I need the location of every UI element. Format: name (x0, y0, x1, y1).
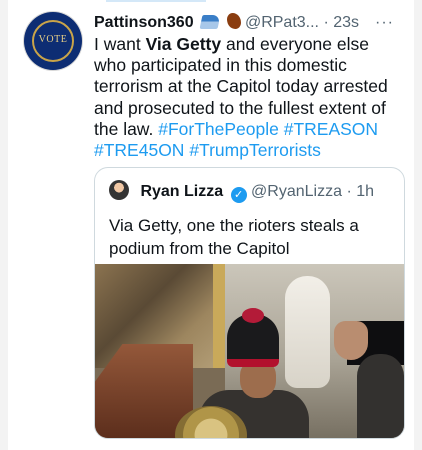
hashtag-for-the-people[interactable]: #ForThePeople (158, 119, 279, 139)
painting-frame (213, 264, 225, 368)
quoted-avatar[interactable] (109, 180, 129, 200)
tweet-text: I want Via Getty and everyone else who p… (94, 34, 400, 161)
profile-avatar[interactable]: VOTE (24, 12, 82, 70)
quoted-separator-dot: · (346, 183, 352, 200)
rooster-emoji-icon (226, 13, 241, 29)
more-options-icon[interactable]: ··· (375, 12, 394, 34)
display-name[interactable]: Pattinson360 (94, 14, 194, 31)
quoted-tweet-header: Ryan Lizza ✓ @RyanLizza · 1h (109, 180, 374, 203)
thread-divider (106, 0, 206, 2)
wave-emoji-icon (199, 15, 221, 29)
waving-hand (334, 321, 368, 360)
quoted-display-name[interactable]: Ryan Lizza (140, 183, 223, 200)
tweet-header: Pattinson360 @RPat3... · 23s ··· (94, 12, 410, 34)
hashtag-tre45on[interactable]: #TRE45ON (94, 140, 184, 160)
quoted-handle[interactable]: @RyanLizza (251, 183, 342, 200)
hat-pom-pom (242, 308, 264, 323)
tweet-card[interactable]: VOTE Pattinson360 @RPat3... · 23s ··· I … (8, 0, 414, 450)
statue (285, 276, 330, 388)
hashtag-treason[interactable]: #TREASON (284, 119, 378, 139)
tweet-intro-text: I want (94, 34, 146, 54)
separator-dot: · (323, 14, 329, 31)
quoted-tweet-text: Via Getty, one the rioters steals a podi… (109, 216, 359, 258)
avatar-text: VOTE (38, 34, 68, 45)
user-handle[interactable]: @RPat3... (245, 14, 319, 31)
quoted-tweet[interactable]: Ryan Lizza ✓ @RyanLizza · 1h Via Getty, … (94, 167, 405, 439)
hashtag-trump-terrorists[interactable]: #TrumpTerrorists (189, 140, 321, 160)
background-person (357, 354, 404, 438)
tweet-time[interactable]: 23s (333, 14, 359, 31)
tweet-bold-text: Via Getty (145, 34, 222, 54)
quoted-time[interactable]: 1h (356, 183, 374, 200)
quoted-tweet-photo[interactable] (95, 264, 404, 438)
verified-badge-icon: ✓ (230, 187, 247, 203)
